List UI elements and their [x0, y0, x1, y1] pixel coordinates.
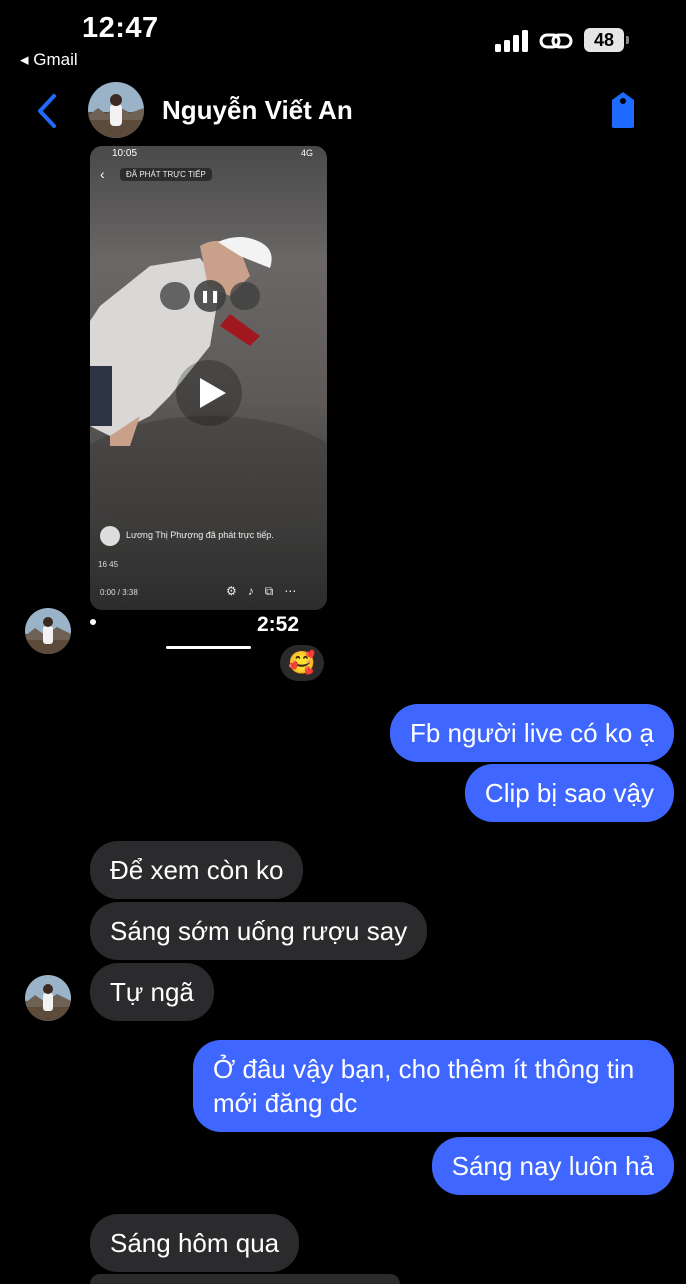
- contact-name[interactable]: Nguyễn Viết An: [162, 95, 353, 126]
- battery-icon: 48: [584, 28, 630, 52]
- live-host-avatar: [100, 526, 120, 546]
- sender-avatar[interactable]: [25, 608, 71, 654]
- video-position: 0:00 / 3:38: [100, 588, 138, 597]
- status-time: 12:47: [82, 12, 159, 44]
- message-outgoing[interactable]: Sáng nay luôn hả: [431, 1137, 674, 1195]
- video-attachment[interactable]: 10:05 4G ‹ ĐÃ PHÁT TRỰC TIẾP ❚❚ Lương Th…: [90, 146, 327, 610]
- message-incoming[interactable]: Tự ngã: [90, 963, 214, 1021]
- signal-icon: [495, 30, 531, 52]
- message-incoming[interactable]: Sáng sớm uống rượu say: [90, 902, 428, 960]
- video-caption: Lương Thị Phượng đã phát trực tiếp.: [126, 530, 274, 540]
- tag-icon[interactable]: [606, 90, 640, 130]
- back-chevron-icon[interactable]: [34, 92, 62, 130]
- message-line: Ở đâu vậy bạn, cho thêm ít thông tin: [213, 1054, 635, 1084]
- message-outgoing[interactable]: Clip bị sao vậy: [464, 764, 674, 822]
- video-counts: 16 45: [98, 560, 119, 569]
- pause-icon[interactable]: ❚❚: [194, 280, 226, 312]
- video-remaining-time: 2:52: [257, 613, 300, 636]
- link-icon: [539, 33, 573, 49]
- battery-level: 48: [584, 28, 624, 52]
- message-incoming[interactable]: Để xem còn ko: [90, 841, 304, 899]
- message-outgoing[interactable]: Ở đâu vậy bạn, cho thêm ít thông tin mới…: [193, 1040, 674, 1132]
- video-scrub-handle[interactable]: [90, 619, 96, 625]
- reaction-emoji[interactable]: 🥰: [280, 645, 324, 681]
- message-line: mới đăng dc: [213, 1088, 358, 1118]
- message-incoming-partial: [90, 1274, 400, 1284]
- message-outgoing[interactable]: Fb người live có ko ạ: [389, 704, 674, 762]
- video-progress-bar[interactable]: [166, 646, 251, 649]
- play-icon[interactable]: [174, 358, 244, 428]
- sender-avatar[interactable]: [25, 975, 71, 1021]
- message-incoming[interactable]: Sáng hôm qua: [90, 1214, 300, 1272]
- contact-avatar[interactable]: [88, 82, 144, 138]
- back-to-gmail[interactable]: ◂ Gmail: [20, 50, 78, 70]
- video-controls-icons: ⚙♪⧉⋯: [226, 584, 308, 598]
